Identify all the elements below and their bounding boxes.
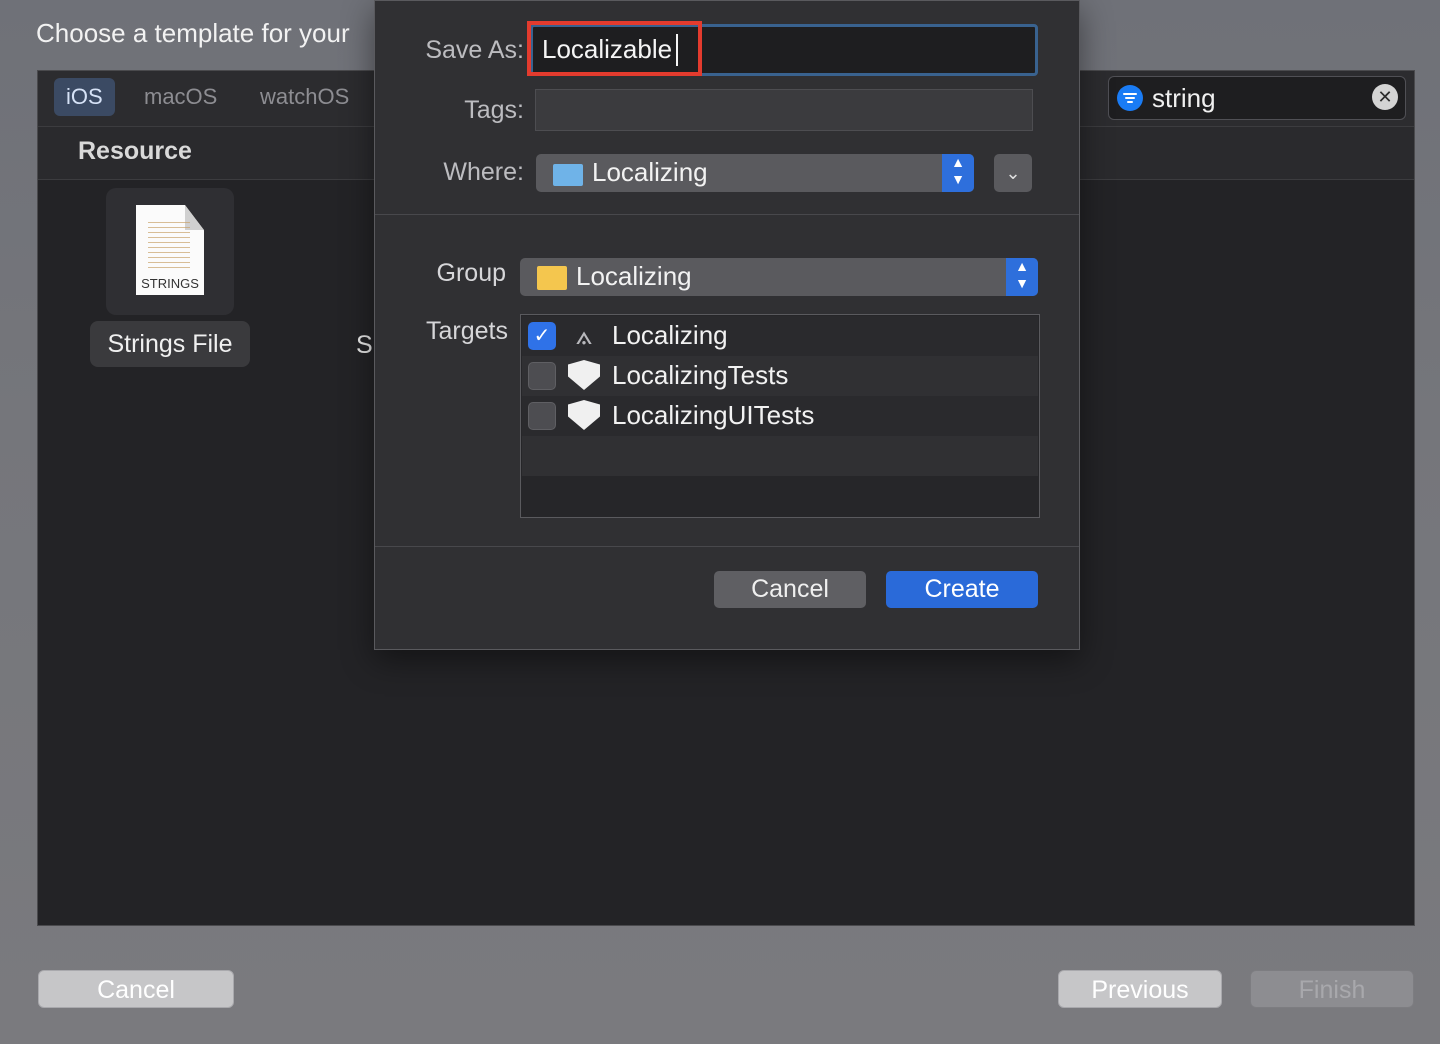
tab-watchos[interactable]: watchOS bbox=[248, 78, 361, 116]
folder-icon bbox=[553, 164, 583, 186]
target-checkbox[interactable] bbox=[528, 402, 556, 430]
target-checkbox[interactable]: ✓ bbox=[528, 322, 556, 350]
popup-stepper-icon[interactable]: ▲ ▼ bbox=[1006, 258, 1038, 296]
target-name: LocalizingUITests bbox=[612, 400, 815, 430]
finish-button[interactable]: Finish bbox=[1250, 970, 1414, 1008]
highlight-annotation bbox=[527, 21, 702, 76]
clear-search-icon[interactable]: ✕ bbox=[1372, 84, 1398, 110]
where-value: Localizing bbox=[592, 157, 708, 187]
target-name: LocalizingTests bbox=[612, 360, 789, 390]
app-target-icon: ⟑ bbox=[575, 319, 593, 350]
popup-stepper-icon[interactable]: ▲ ▼ bbox=[942, 154, 974, 192]
save-as-label: Save As: bbox=[425, 36, 524, 64]
empty-row bbox=[522, 436, 1038, 476]
sheet-cancel-button[interactable]: Cancel bbox=[714, 571, 866, 608]
template-name[interactable]: Strings File bbox=[90, 321, 250, 367]
section-title: Resource bbox=[78, 137, 192, 165]
document-lines bbox=[148, 222, 190, 270]
target-checkbox[interactable] bbox=[528, 362, 556, 390]
create-button[interactable]: Create bbox=[886, 571, 1038, 608]
group-value: Localizing bbox=[576, 261, 692, 291]
target-name: Localizing bbox=[612, 320, 728, 350]
where-label: Where: bbox=[443, 158, 524, 186]
tab-macos[interactable]: macOS bbox=[132, 78, 229, 116]
tags-field[interactable] bbox=[535, 89, 1033, 131]
window-title: Choose a template for your bbox=[36, 18, 350, 48]
tags-label: Tags: bbox=[464, 96, 524, 124]
targets-label: Targets bbox=[426, 317, 508, 345]
search-input[interactable]: string bbox=[1152, 83, 1216, 114]
document-icon-label: STRINGS bbox=[141, 276, 199, 291]
filter-icon bbox=[1117, 85, 1143, 111]
group-label: Group bbox=[436, 259, 506, 287]
divider bbox=[375, 214, 1079, 215]
tab-ios[interactable]: iOS bbox=[54, 78, 115, 116]
expand-chevron-button[interactable]: ⌄ bbox=[994, 154, 1032, 192]
divider bbox=[375, 546, 1079, 547]
group-folder-icon bbox=[537, 266, 567, 290]
previous-button[interactable]: Previous bbox=[1058, 970, 1222, 1008]
partial-template-name: S bbox=[356, 331, 373, 359]
cancel-button[interactable]: Cancel bbox=[38, 970, 234, 1008]
